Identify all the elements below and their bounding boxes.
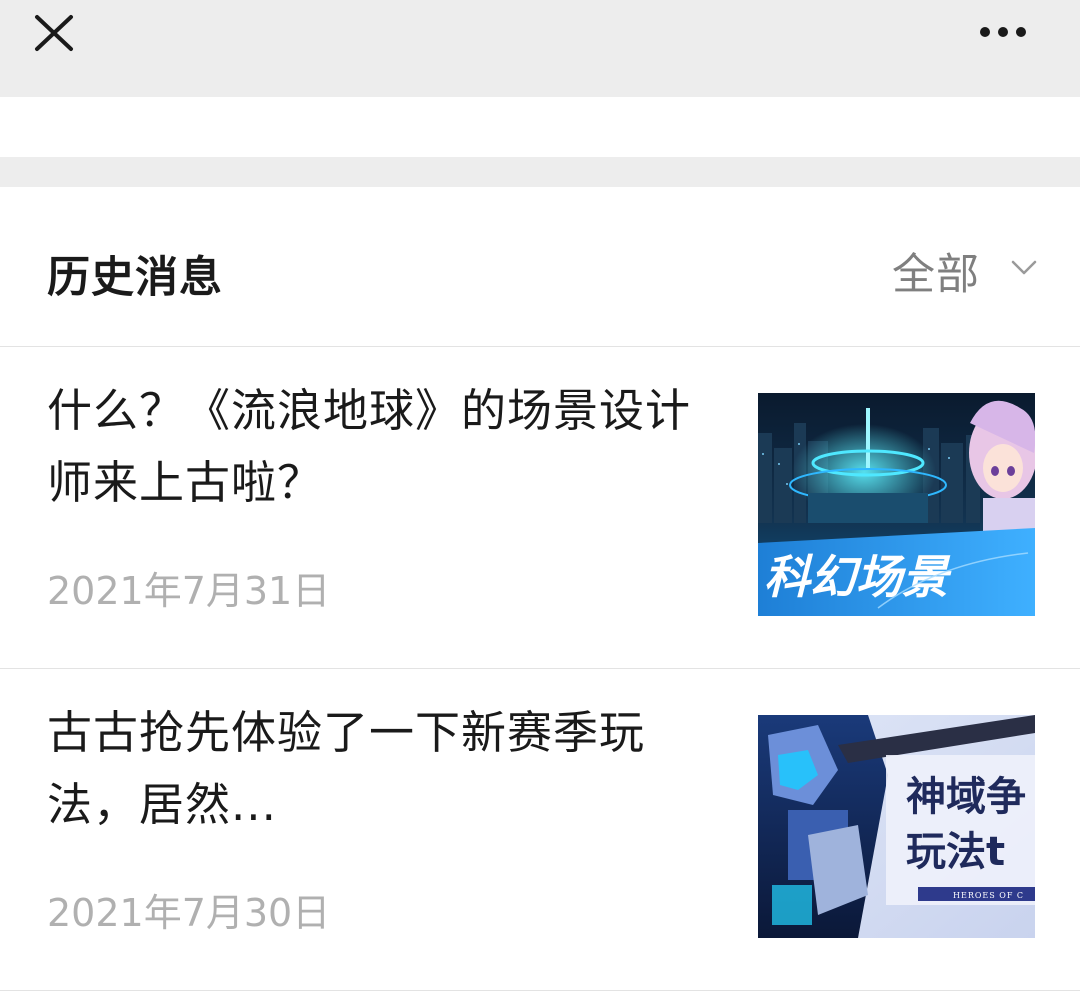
article-thumbnail: 科幻场景: [758, 393, 1035, 616]
close-button[interactable]: [30, 10, 78, 56]
more-horizontal-icon: [980, 27, 1026, 37]
thumbnail-caption: 科幻场景: [764, 550, 952, 604]
thumbnail-caption-line1: 神域争: [906, 774, 1026, 820]
thumbnail-subcaption: HEROES OF C: [953, 891, 1024, 900]
close-icon: [35, 15, 73, 51]
article-date: 2021年7月31日: [47, 569, 331, 613]
history-header: 历史消息 全部: [0, 187, 1080, 347]
filter-label: 全部: [892, 250, 980, 300]
article-thumbnail: 神域争 玩法t HEROES OF C: [758, 715, 1035, 938]
article-item[interactable]: 古古抢先体验了一下新赛季玩法，居然... 2021年7月30日 神域争 玩法t …: [0, 669, 1080, 991]
chevron-down-icon: [1011, 260, 1037, 275]
top-bar: [0, 0, 1080, 97]
history-messages-section: 历史消息 全部 什么？《流浪地球》的场景设计师来上古啦？ 2021年7月31日: [0, 187, 1080, 995]
thumbnail-caption-line2: 玩法t: [906, 829, 1005, 875]
section-title: 历史消息: [47, 253, 223, 303]
more-options-button[interactable]: [972, 18, 1034, 48]
filter-dropdown[interactable]: 全部: [892, 243, 1038, 300]
article-date: 2021年7月30日: [47, 891, 331, 935]
article-item[interactable]: 什么？《流浪地球》的场景设计师来上古啦？ 2021年7月31日 科幻场景: [0, 347, 1080, 669]
section-divider: [0, 157, 1080, 187]
article-title: 什么？《流浪地球》的场景设计师来上古啦？: [47, 384, 692, 509]
article-title: 古古抢先体验了一下新赛季玩法，居然...: [47, 706, 646, 831]
blank-band: [0, 97, 1080, 157]
